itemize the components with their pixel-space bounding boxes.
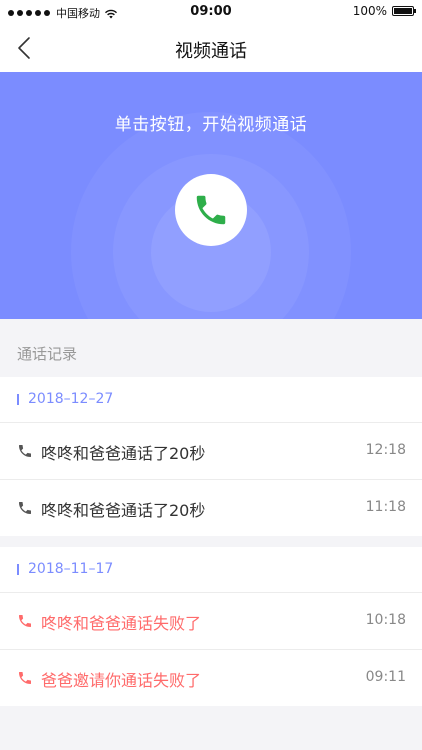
history-group: 2018–11–17 咚咚和爸爸通话失败了 10:18 爸爸邀请你通话失败了 0… xyxy=(0,547,422,706)
chevron-left-icon xyxy=(18,37,30,59)
call-record-text: 爸爸邀请你通话失败了 xyxy=(41,671,202,690)
date-label: 2018–12–27 xyxy=(28,391,114,407)
date-marker xyxy=(17,394,19,405)
call-record-time: 11:18 xyxy=(365,499,406,515)
date-marker xyxy=(17,564,19,575)
phone-icon xyxy=(19,445,31,457)
page-title: 视频通话 xyxy=(175,41,247,62)
call-record-time: 09:11 xyxy=(365,669,406,685)
call-record-row[interactable]: 咚咚和爸爸通话了20秒 11:18 xyxy=(0,480,422,536)
status-right: 100% xyxy=(352,4,416,18)
call-prompt: 单击按钮，开始视频通话 xyxy=(114,115,308,135)
call-record-row[interactable]: 咚咚和爸爸通话了20秒 12:18 xyxy=(0,423,422,480)
phone-failed-icon xyxy=(19,615,31,627)
status-bar: 中国移动 09:00 100% xyxy=(0,0,422,24)
phone-failed-icon xyxy=(19,672,31,684)
call-record-time: 10:18 xyxy=(365,612,406,628)
navigation-bar: 视频通话 xyxy=(0,24,422,72)
call-record-time: 12:18 xyxy=(365,442,406,458)
call-record-text: 咚咚和爸爸通话了20秒 xyxy=(41,501,206,520)
call-history-title: 通话记录 xyxy=(17,345,78,363)
battery-percent: 100% xyxy=(352,4,387,18)
battery-icon xyxy=(392,6,416,16)
back-button[interactable] xyxy=(8,32,40,64)
video-call-panel: 单击按钮，开始视频通话 xyxy=(0,72,422,319)
history-group: 2018–12–27 咚咚和爸爸通话了20秒 12:18 咚咚和爸爸通话了20秒… xyxy=(0,377,422,536)
date-header: 2018–11–17 xyxy=(0,547,422,593)
start-video-call-button[interactable] xyxy=(175,174,247,246)
call-record-row[interactable]: 咚咚和爸爸通话失败了 10:18 xyxy=(0,593,422,650)
phone-icon xyxy=(196,195,226,225)
date-header: 2018–12–27 xyxy=(0,377,422,423)
call-record-text: 咚咚和爸爸通话失败了 xyxy=(41,614,202,633)
call-record-text: 咚咚和爸爸通话了20秒 xyxy=(41,444,206,463)
phone-icon xyxy=(19,502,31,514)
call-record-row[interactable]: 爸爸邀请你通话失败了 09:11 xyxy=(0,650,422,706)
date-label: 2018–11–17 xyxy=(28,561,114,577)
